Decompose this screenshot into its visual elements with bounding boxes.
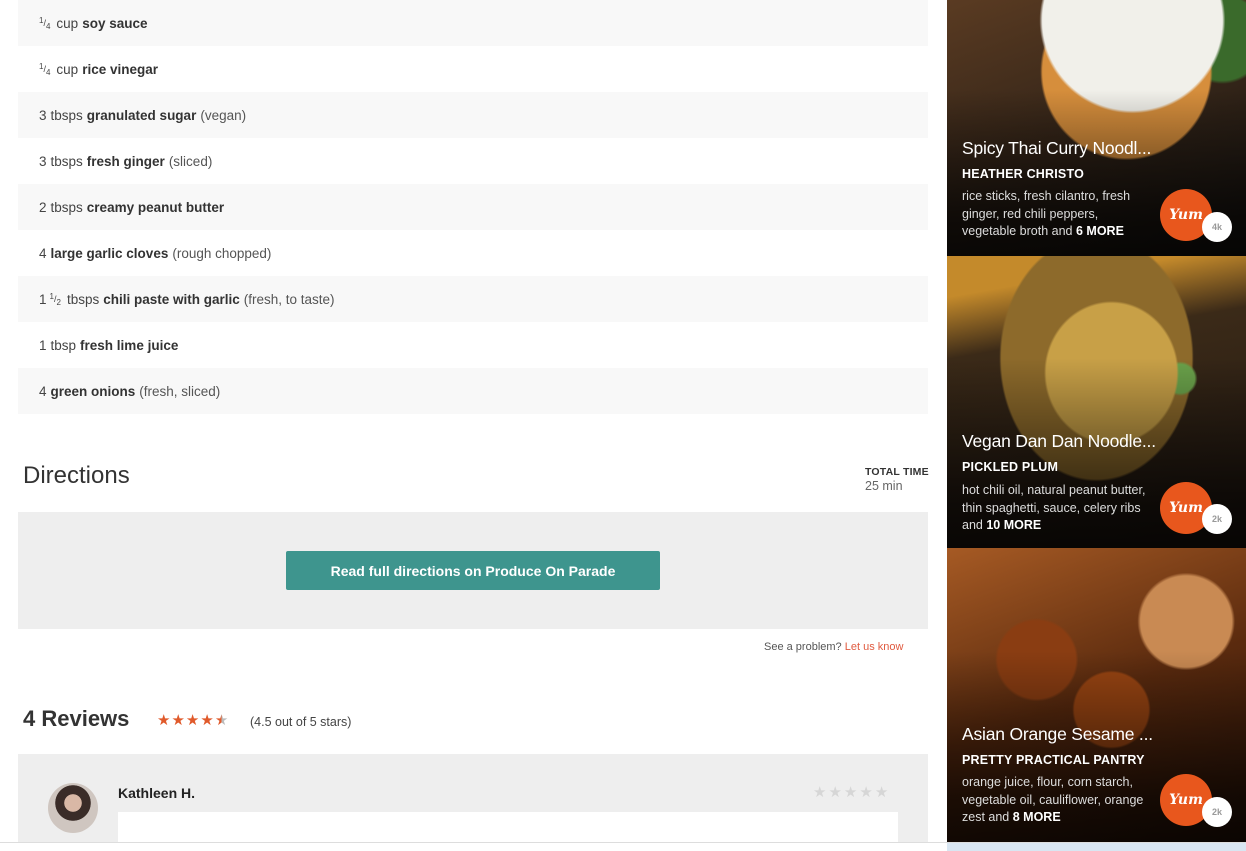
ingredient-unit: cup bbox=[56, 61, 79, 77]
recipe-ingredients: orange juice, flour, corn starch, vegeta… bbox=[962, 774, 1152, 827]
report-problem: See a problem? Let us know bbox=[764, 641, 903, 653]
rating-stars: ★ ★ ★ ★ ★ bbox=[157, 712, 228, 730]
ingredient-unit: cup bbox=[56, 15, 79, 31]
ingredient-unit: tbsp bbox=[50, 337, 77, 353]
star-icon[interactable]: ★ bbox=[813, 783, 826, 801]
reviewer-name: Kathleen H. bbox=[118, 785, 196, 801]
star-icon: ★ bbox=[200, 712, 214, 729]
ingredient-name: rice vinegar bbox=[82, 61, 158, 77]
ingredient-name: green onions bbox=[50, 383, 136, 399]
ingredient-qty: 3 bbox=[39, 107, 47, 123]
let-us-know-link[interactable]: Let us know bbox=[845, 641, 904, 653]
recipe-ingredients: hot chili oil, natural peanut butter, th… bbox=[962, 482, 1152, 535]
ingredient-name: fresh lime juice bbox=[80, 337, 179, 353]
ingredient-qty: 3 bbox=[39, 153, 47, 169]
ingredient-row: 4 green onions (fresh, sliced) bbox=[18, 368, 928, 414]
ingredient-unit: tbsps bbox=[50, 153, 83, 169]
related-recipes-sidebar: Spicy Thai Curry Noodl... HEATHER CHRIST… bbox=[947, 0, 1246, 851]
ingredient-name: soy sauce bbox=[82, 15, 148, 31]
ingredient-row: 3 tbsps fresh ginger (sliced) bbox=[18, 138, 928, 184]
recipe-source[interactable]: PICKLED PLUM bbox=[962, 460, 1058, 474]
ingredient-row: 1/4 cup rice vinegar bbox=[18, 46, 928, 92]
recipe-card[interactable]: Vegan Dan Dan Noodle... PICKLED PLUM hot… bbox=[947, 256, 1246, 548]
recipe-ingredients: rice sticks, fresh cilantro, fresh ginge… bbox=[962, 188, 1152, 241]
ingredient-row: 1/4 cup soy sauce bbox=[18, 0, 928, 46]
ingredient-row: 1 tbsp fresh lime juice bbox=[18, 322, 928, 368]
star-icon: ★ bbox=[157, 712, 171, 729]
ingredient-name: large garlic cloves bbox=[50, 245, 169, 261]
star-icon[interactable]: ★ bbox=[875, 783, 888, 801]
ingredient-qty: 1 bbox=[39, 291, 47, 307]
bottom-edge bbox=[0, 842, 1246, 851]
directions-box: Read full directions on Produce On Parad… bbox=[18, 512, 928, 629]
ingredient-fraction: 1/4 bbox=[39, 15, 51, 31]
read-full-directions-button[interactable]: Read full directions on Produce On Parad… bbox=[286, 551, 660, 590]
ingredient-unit: tbsps bbox=[66, 291, 100, 307]
star-icon: ★ bbox=[185, 712, 200, 729]
ingredient-qty: 4 bbox=[39, 383, 47, 399]
more-count: 10 MORE bbox=[986, 518, 1042, 532]
more-count: 6 MORE bbox=[1076, 224, 1124, 238]
recipe-title[interactable]: Asian Orange Sesame ... bbox=[962, 724, 1153, 745]
ingredient-note: (rough chopped) bbox=[172, 245, 272, 261]
ingredient-note: (fresh, sliced) bbox=[139, 383, 221, 399]
more-count: 8 MORE bbox=[1012, 810, 1061, 824]
avatar bbox=[48, 783, 98, 833]
ingredient-fraction: 1/2 bbox=[49, 291, 61, 307]
ingredient-qty: 4 bbox=[39, 245, 47, 261]
recipe-source[interactable]: HEATHER CHRISTO bbox=[962, 167, 1084, 181]
review-rating-stars[interactable]: ★ ★ ★ ★ ★ bbox=[813, 783, 888, 801]
ingredient-unit: tbsps bbox=[50, 107, 83, 123]
ingredient-note: (vegan) bbox=[200, 107, 247, 123]
ingredient-name: fresh ginger bbox=[86, 153, 165, 169]
star-icon[interactable]: ★ bbox=[844, 783, 857, 801]
ingredient-name: creamy peanut butter bbox=[86, 199, 225, 215]
half-star-icon: ★ bbox=[214, 712, 229, 729]
yum-count-badge: 2k bbox=[1202, 797, 1232, 827]
report-problem-text: See a problem? bbox=[764, 641, 842, 653]
ad-strip bbox=[947, 843, 1246, 851]
ingredient-qty: 1 bbox=[39, 337, 47, 353]
rating-text: (4.5 out of 5 stars) bbox=[250, 715, 352, 729]
review-item: Kathleen H. ★ ★ ★ ★ ★ bbox=[18, 754, 928, 851]
ingredient-row: 2 tbsps creamy peanut butter bbox=[18, 184, 928, 230]
ingredient-qty: 2 bbox=[39, 199, 47, 215]
ingredient-row: 4 large garlic cloves (rough chopped) bbox=[18, 230, 928, 276]
directions-heading: Directions bbox=[23, 462, 130, 489]
yum-count-badge: 2k bbox=[1202, 504, 1232, 534]
ingredient-fraction: 1/4 bbox=[39, 61, 51, 77]
recipe-title[interactable]: Spicy Thai Curry Noodl... bbox=[962, 138, 1151, 159]
star-icon[interactable]: ★ bbox=[859, 783, 872, 801]
star-icon[interactable]: ★ bbox=[828, 783, 841, 801]
recipe-source[interactable]: PRETTY PRACTICAL PANTRY bbox=[962, 753, 1145, 767]
total-time-label: TOTAL TIME bbox=[865, 466, 929, 478]
recipe-card[interactable]: Spicy Thai Curry Noodl... HEATHER CHRIST… bbox=[947, 0, 1246, 256]
ingredient-note: (sliced) bbox=[168, 153, 213, 169]
total-time: TOTAL TIME 25 min bbox=[865, 466, 929, 493]
ingredient-unit: tbsps bbox=[50, 199, 83, 215]
ingredient-name: chili paste with garlic bbox=[103, 291, 240, 307]
reviews-heading: 4 Reviews bbox=[23, 706, 130, 731]
total-time-value: 25 min bbox=[865, 479, 903, 493]
yum-count-badge: 4k bbox=[1202, 212, 1232, 242]
star-icon: ★ bbox=[171, 712, 185, 729]
ingredient-list: 1/4 cup soy sauce 1/4 cup rice vinegar 3… bbox=[18, 0, 928, 414]
ingredient-name: granulated sugar bbox=[86, 107, 197, 123]
recipe-title[interactable]: Vegan Dan Dan Noodle... bbox=[962, 431, 1156, 452]
ingredient-row: 3 tbsps granulated sugar (vegan) bbox=[18, 92, 928, 138]
recipe-card[interactable]: Asian Orange Sesame ... PRETTY PRACTICAL… bbox=[947, 548, 1246, 842]
ingredient-row: 1 1/2 tbsps chili paste with garlic (fre… bbox=[18, 276, 928, 322]
ingredient-note: (fresh, to taste) bbox=[243, 291, 335, 307]
